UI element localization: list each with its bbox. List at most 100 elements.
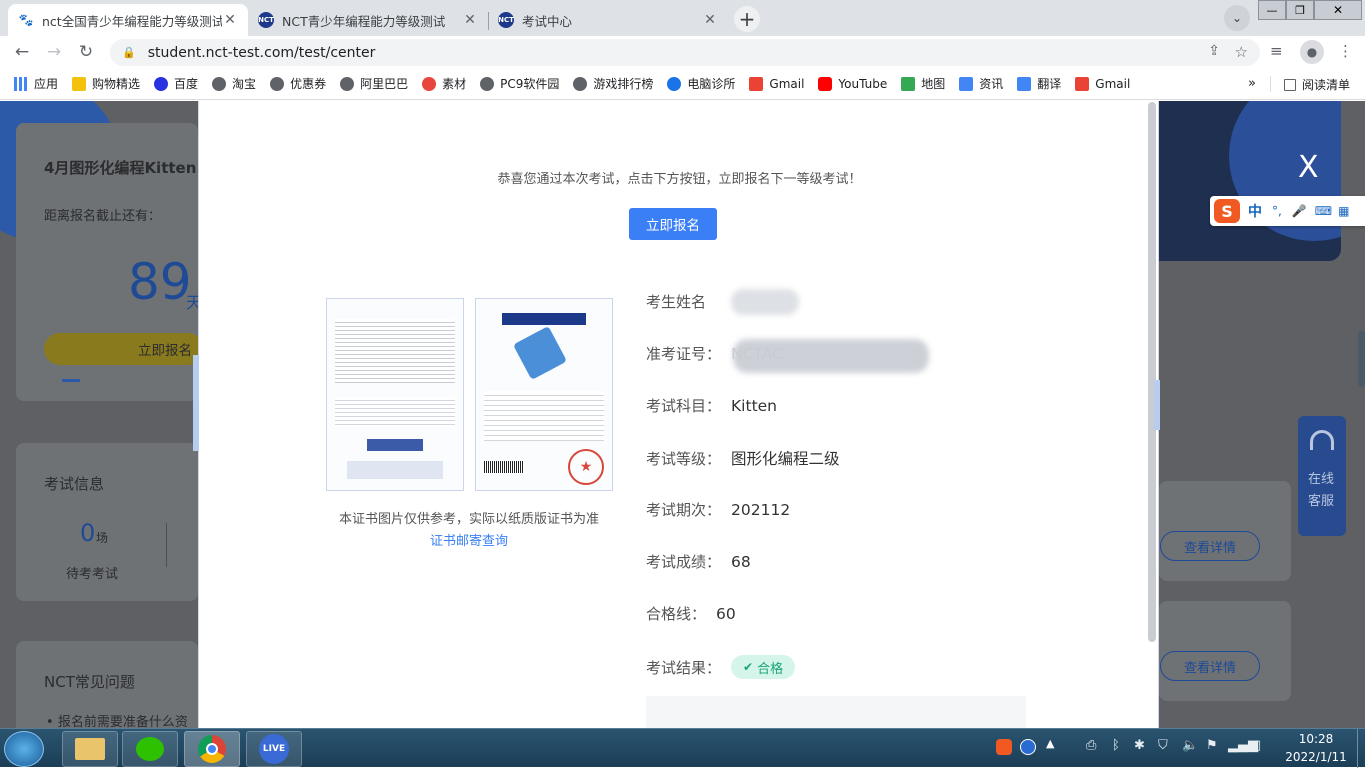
bookmark-item[interactable]: 优惠券 [266,75,326,92]
bookmark-label: Gmail [1095,76,1131,91]
bookmark-label: 电脑诊所 [687,77,736,91]
bookmark-item[interactable]: 电脑诊所 [663,75,735,92]
taskbar-wechat[interactable] [122,731,178,767]
reload-button[interactable]: ↻ [74,40,98,64]
close-modal-button[interactable]: X [1298,150,1319,185]
bookmark-label: 资讯 [979,77,1004,91]
view-details-button[interactable]: 查看详情 [1160,651,1260,681]
modal-scrollbar[interactable] [1148,102,1156,642]
tab-strip: 🐾 nct全国青少年编程能力等级测试 ✕ NCT NCT青少年编程能力等级测试 … [0,0,1365,36]
profile-avatar[interactable]: ● [1300,40,1324,64]
nct-logo-icon: NCT [498,12,514,28]
help-tray-icon[interactable] [1020,739,1036,755]
bookmark-item[interactable]: 资讯 [955,75,1003,92]
clock-time[interactable]: 10:28 [1276,732,1356,746]
bookmark-label: Gmail [769,76,805,91]
baidu-icon [154,76,169,91]
page-scrollbar[interactable] [1358,331,1365,387]
certificate-mail-query-link[interactable]: 证书邮寄查询 [319,530,619,549]
flag-tray-icon[interactable]: ⚑ [1206,738,1218,753]
live-icon: LIVE [259,734,289,764]
bookmark-label: YouTube [838,76,888,91]
battery-tray-icon[interactable]: ▯ [1254,738,1261,753]
taskbar-explorer[interactable] [62,731,118,767]
reading-list-button[interactable]: 阅读清单 [1280,76,1350,93]
printer-tray-icon[interactable]: ⎙ [1086,738,1096,753]
keyboard-icon[interactable]: ⌨ [1315,204,1332,218]
bookmark-item[interactable]: 百度 [150,75,198,92]
taskbar-live[interactable]: LIVE [246,731,302,767]
bookmark-apps[interactable]: 应用 [10,75,58,92]
punctuation-icon[interactable]: °, [1272,204,1282,218]
new-tab-button[interactable]: + [734,6,760,32]
minimize-button[interactable]: — [1258,0,1286,20]
bookmark-label: 应用 [34,77,59,91]
bookmark-item[interactable]: 阿里巴巴 [336,75,408,92]
show-desktop-button[interactable] [1357,729,1365,768]
divider [166,523,167,567]
bookmark-item[interactable]: 地图 [897,75,945,92]
bookmark-item[interactable]: 淘宝 [208,75,256,92]
bookmark-item[interactable]: 素材 [418,75,466,92]
tray-overflow-icon[interactable]: ▲ [1046,737,1054,750]
microphone-icon[interactable]: 🎤 [1292,204,1307,218]
bookmark-item[interactable]: 翻译 [1013,75,1061,92]
lock-icon: 🔒 [122,46,136,59]
apps-grid-icon [14,76,28,91]
more-bookmarks-button[interactable]: » [1248,76,1256,91]
bookmark-label: 素材 [442,77,467,91]
clock-date[interactable]: 2022/1/11 [1276,750,1356,764]
tab-2[interactable]: NCT NCT青少年编程能力等级测试 ✕ [248,4,488,36]
bluetooth-tray-icon[interactable]: ᛒ [1112,738,1120,753]
register-next-level-button[interactable]: 立即报名 [629,208,717,240]
close-tab-icon[interactable]: ✕ [222,12,238,28]
back-button[interactable]: ← [10,40,34,64]
start-button[interactable] [4,731,44,767]
faq-item[interactable]: • 报名前需要准备什么资 [46,711,188,728]
bookmark-item[interactable]: 游戏排行榜 [569,75,653,92]
close-tab-icon[interactable]: ✕ [462,12,478,28]
tab-search-button[interactable]: ⌄ [1224,5,1250,31]
bookmark-label: 游戏排行榜 [593,77,654,91]
service-label-1: 在线 [1308,472,1335,487]
badge-text: 合格 [757,661,784,677]
tab-1[interactable]: 🐾 nct全国青少年编程能力等级测试 ✕ [8,4,248,36]
menu-icon[interactable]: ⋮ [1338,42,1353,60]
row-value: 202112 [731,500,791,519]
sogou-logo-icon[interactable]: S [1214,199,1240,223]
row-value: 60 [716,604,736,623]
bookmark-item[interactable]: YouTube [814,76,888,91]
bookmark-item[interactable]: Gmail [1071,76,1131,91]
bookmark-label: 百度 [174,77,199,91]
exam-info-card: 考试信息 0 场 待考考试 [16,443,198,601]
antivirus-tray-icon[interactable]: ✱ [1134,738,1145,753]
taskbar-chrome[interactable] [184,731,240,767]
row-label: 合格线： [646,605,707,623]
modal-footer-box [646,696,1026,728]
close-window-button[interactable]: ✕ [1314,0,1362,20]
online-service-widget[interactable]: 在线 客服 [1298,416,1346,536]
bookmark-star-icon[interactable]: ☆ [1235,43,1248,61]
reading-list-icon[interactable]: ≡ [1270,42,1283,60]
bookmark-item[interactable]: Gmail [745,76,805,91]
maximize-button[interactable]: ❐ [1286,0,1314,20]
tab-title: 考试中心 [522,13,573,29]
pass-badge: ✔ 合格 [731,655,796,679]
address-bar[interactable]: 🔒 student.nct-test.com/test/center ⇪ ☆ [110,39,1260,66]
congrats-message: 恭喜您通过本次考试，点击下方按钮，立即报名下一等级考试！ [497,172,862,187]
view-details-button[interactable]: 查看详情 [1160,531,1260,561]
ime-lang-toggle[interactable]: 中 [1248,201,1262,221]
shield-tray-icon[interactable]: ⛉ [1158,738,1168,753]
tab-3[interactable]: NCT 考试中心 ✕ [488,4,728,36]
sogou-tray-icon[interactable] [996,739,1012,755]
bookmark-item[interactable]: 购物精选 [68,75,140,92]
register-button-bg[interactable]: 立即报名 [44,333,204,365]
bookmark-item[interactable]: PC9软件园 [476,75,559,92]
share-icon[interactable]: ⇪ [1208,43,1220,59]
translate-icon [1017,76,1032,91]
volume-tray-icon[interactable]: 🔈 [1182,738,1198,753]
toolbox-icon[interactable]: ▦ [1338,204,1349,218]
close-tab-icon[interactable]: ✕ [702,12,718,28]
forward-button[interactable]: → [42,40,66,64]
carousel-dot-active[interactable] [62,379,80,382]
